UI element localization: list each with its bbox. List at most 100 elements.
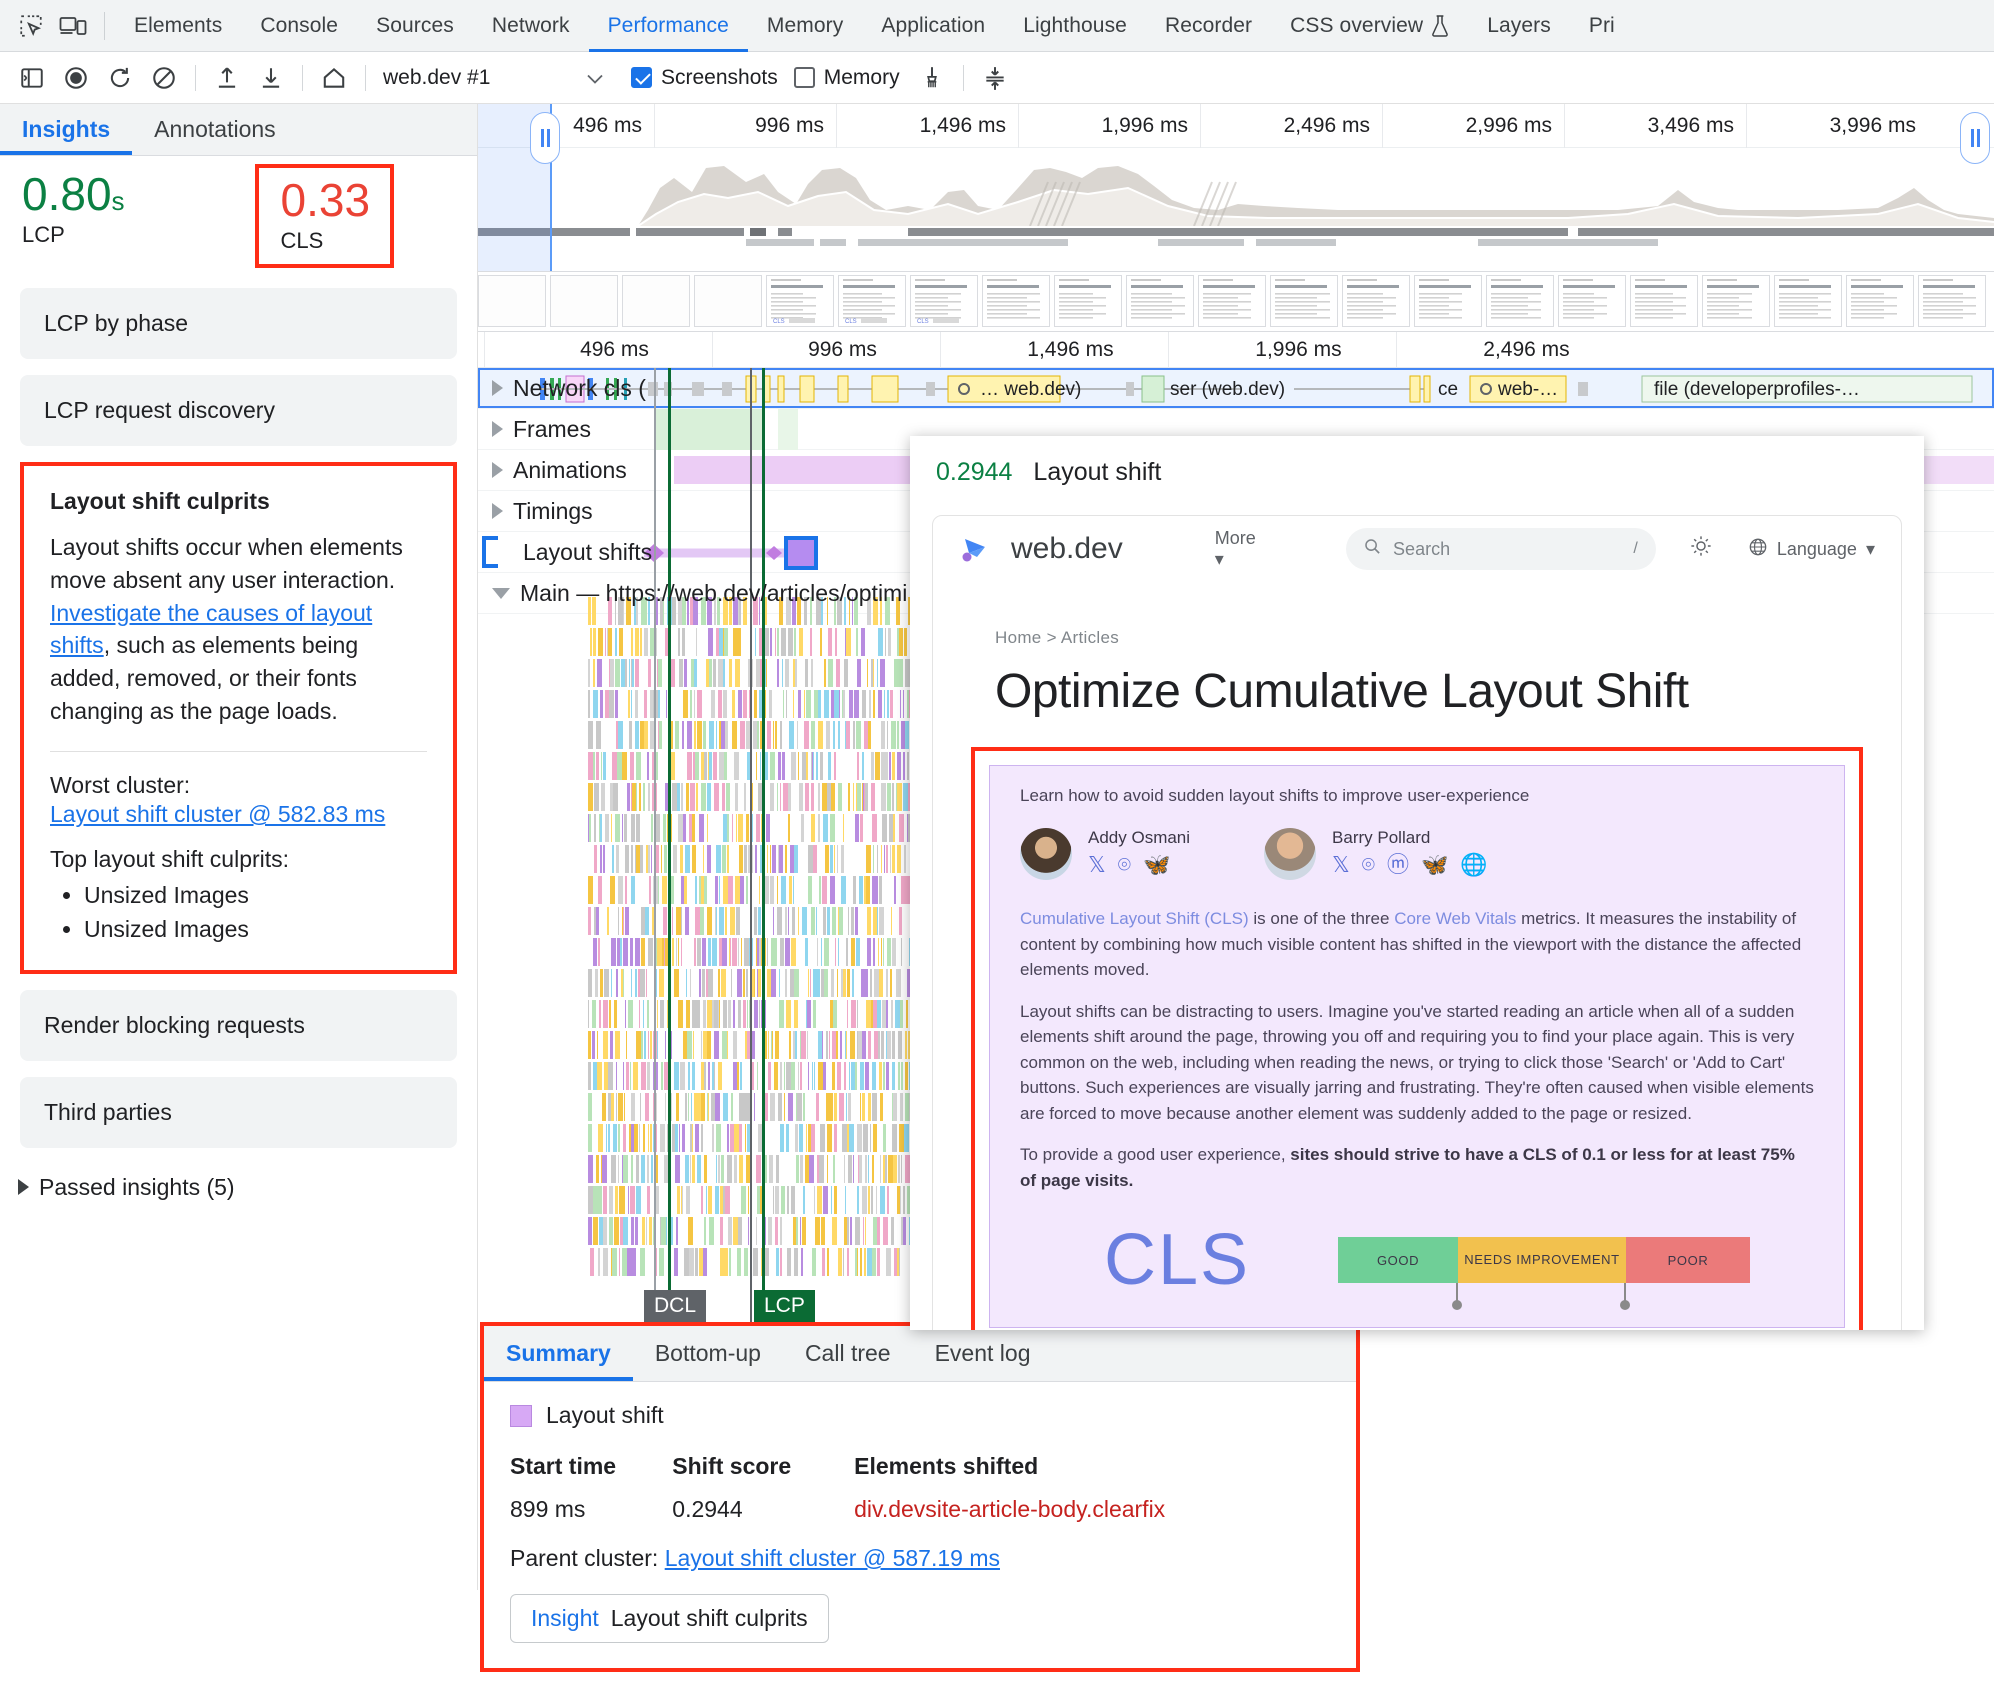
- overview-window-handle-right[interactable]: [1960, 112, 1990, 164]
- x-icon[interactable]: 𝕏: [1088, 854, 1106, 876]
- filmstrip-frame[interactable]: [1558, 275, 1626, 327]
- details-tab-summary[interactable]: Summary: [484, 1326, 633, 1381]
- track-name[interactable]: Network cls (: [478, 375, 646, 402]
- download-icon[interactable]: [249, 56, 293, 100]
- language-selector[interactable]: Language ▾: [1748, 537, 1875, 562]
- filmstrip-frame[interactable]: CLS: [838, 275, 906, 327]
- insight-chip[interactable]: Insight Layout shift culprits: [510, 1594, 829, 1643]
- chevron-right-icon[interactable]: [492, 380, 503, 396]
- filmstrip-frame[interactable]: [1774, 275, 1842, 327]
- filmstrip-frame[interactable]: [478, 275, 546, 327]
- chevron-down-icon: [587, 66, 603, 90]
- filmstrip[interactable]: CLS CLS CLS: [478, 272, 1994, 332]
- screenshots-label: Screenshots: [661, 65, 778, 89]
- theme-toggle-icon[interactable]: [1690, 535, 1712, 563]
- filmstrip-frame[interactable]: [1630, 275, 1698, 327]
- garbage-collect-icon[interactable]: [910, 56, 954, 100]
- tab-elements[interactable]: Elements: [115, 0, 241, 52]
- filmstrip-frame[interactable]: [622, 275, 690, 327]
- metric-lcp[interactable]: 0.80s LCP: [22, 170, 125, 268]
- filmstrip-frame[interactable]: [694, 275, 762, 327]
- record-icon[interactable]: [54, 56, 98, 100]
- filmstrip-frame[interactable]: [1342, 275, 1410, 327]
- chevron-right-icon[interactable]: [492, 421, 503, 437]
- filmstrip-frame[interactable]: CLS: [766, 275, 834, 327]
- tab-layers[interactable]: Layers: [1468, 0, 1570, 52]
- preview-search-box[interactable]: Search /: [1346, 528, 1656, 570]
- details-tab-call-tree[interactable]: Call tree: [783, 1326, 913, 1381]
- filmstrip-frame[interactable]: [1054, 275, 1122, 327]
- x-icon[interactable]: 𝕏: [1332, 854, 1350, 876]
- sidebar-tab-insights[interactable]: Insights: [0, 104, 132, 155]
- filmstrip-frame[interactable]: [1414, 275, 1482, 327]
- bluesky-icon[interactable]: 🦋: [1421, 854, 1448, 876]
- overview-window-handle-left[interactable]: [530, 112, 560, 164]
- device-toolbar-icon[interactable]: [52, 5, 94, 47]
- bluesky-icon[interactable]: 🦋: [1143, 854, 1170, 876]
- inline-link[interactable]: Core Web Vitals: [1394, 909, 1516, 928]
- tab-console[interactable]: Console: [241, 0, 357, 52]
- metric-cls[interactable]: 0.33 CLS: [254, 164, 395, 269]
- insight-card-lcp-request-discovery[interactable]: LCP request discovery: [20, 375, 457, 447]
- filmstrip-frame[interactable]: [1270, 275, 1338, 327]
- home-icon[interactable]: [312, 56, 356, 100]
- inspect-element-icon[interactable]: [10, 5, 52, 47]
- passed-insights-toggle[interactable]: Passed insights (5): [18, 1174, 477, 1201]
- track-name[interactable]: Frames: [478, 416, 591, 443]
- chevron-down-icon[interactable]: [492, 587, 510, 599]
- timeline-overview[interactable]: 496 ms 996 ms 1,496 ms 1,996 ms 2,496 ms 2,99…: [478, 104, 1994, 272]
- tab-css-overview[interactable]: CSS overview: [1271, 0, 1468, 52]
- filmstrip-frame[interactable]: [1126, 275, 1194, 327]
- details-tab-event-log[interactable]: Event log: [913, 1326, 1053, 1381]
- insight-card-lcp-by-phase[interactable]: LCP by phase: [20, 288, 457, 360]
- upload-icon[interactable]: [205, 56, 249, 100]
- track-name[interactable]: Main — https://web.dev/articles/optimi: [478, 580, 907, 607]
- mastodon-icon[interactable]: ⓜ: [1387, 854, 1409, 876]
- sidebar-toggle-icon[interactable]: [10, 56, 54, 100]
- tab-lighthouse[interactable]: Lighthouse: [1004, 0, 1146, 52]
- collapse-icon[interactable]: [973, 56, 1017, 100]
- globe-icon[interactable]: 🌐: [1460, 854, 1487, 876]
- filmstrip-frame[interactable]: [1846, 275, 1914, 327]
- tab-performance[interactable]: Performance: [589, 0, 748, 52]
- tab-memory[interactable]: Memory: [748, 0, 862, 52]
- parent-cluster-link[interactable]: Layout shift cluster @ 587.19 ms: [665, 1545, 1000, 1571]
- clear-icon[interactable]: [142, 56, 186, 100]
- github-icon[interactable]: ⌾: [1118, 854, 1131, 876]
- session-selector[interactable]: web.dev #1: [383, 66, 615, 90]
- track-network[interactable]: … web.dev) ser (web.dev) ce web-… file (deve…: [478, 368, 1994, 409]
- main-thread-activity[interactable]: [588, 597, 928, 1287]
- github-icon[interactable]: ⌾: [1362, 854, 1375, 876]
- filmstrip-frame[interactable]: [1702, 275, 1770, 327]
- screenshots-checkbox[interactable]: Screenshots: [631, 66, 778, 90]
- tab-pri[interactable]: Pri: [1570, 0, 1634, 52]
- chevron-right-icon[interactable]: [492, 462, 503, 478]
- tab-recorder[interactable]: Recorder: [1146, 0, 1271, 52]
- reload-and-record-icon[interactable]: [98, 56, 142, 100]
- filmstrip-frame[interactable]: [1198, 275, 1266, 327]
- details-tab-bottom-up[interactable]: Bottom-up: [633, 1326, 783, 1381]
- filmstrip-frame[interactable]: [550, 275, 618, 327]
- filmstrip-frame[interactable]: [982, 275, 1050, 327]
- track-name[interactable]: Layout shifts: [478, 539, 652, 566]
- nav-more[interactable]: More ▾: [1215, 528, 1266, 570]
- cell-element[interactable]: div.devsite-article-body.clearfix: [854, 1490, 1330, 1533]
- chevron-right-icon[interactable]: [492, 503, 503, 519]
- track-name[interactable]: Animations: [478, 457, 627, 484]
- sidebar-tab-annotations[interactable]: Annotations: [132, 104, 297, 155]
- insight-card-render-blocking-requests[interactable]: Render blocking requests: [20, 989, 457, 1061]
- memory-checkbox[interactable]: Memory: [793, 66, 900, 90]
- dcl-marker-label[interactable]: DCL: [644, 1290, 707, 1322]
- tab-application[interactable]: Application: [862, 0, 1004, 52]
- track-name[interactable]: Timings: [478, 498, 593, 525]
- insight-card-third-parties[interactable]: Third parties: [20, 1076, 457, 1148]
- tab-network[interactable]: Network: [473, 0, 589, 52]
- inline-link[interactable]: Cumulative Layout Shift (CLS): [1020, 909, 1249, 928]
- tab-sources[interactable]: Sources: [357, 0, 473, 52]
- worst-cluster-link[interactable]: Layout shift cluster @ 582.83 ms: [50, 801, 427, 828]
- filmstrip-frame[interactable]: [1486, 275, 1554, 327]
- lcp-marker-label[interactable]: LCP: [754, 1290, 815, 1322]
- culprit-item: Unsized Images: [84, 913, 427, 946]
- filmstrip-frame[interactable]: CLS: [910, 275, 978, 327]
- filmstrip-frame[interactable]: [1918, 275, 1986, 327]
